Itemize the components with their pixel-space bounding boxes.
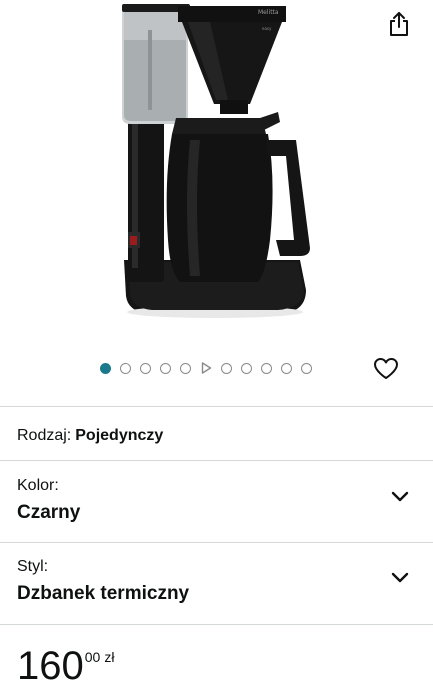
price: 160 00 zł xyxy=(17,645,114,687)
share-icon xyxy=(390,12,408,36)
gallery-dot[interactable] xyxy=(100,362,111,374)
variant-type-value: Pojedynczy xyxy=(75,427,164,444)
product-image[interactable]: Melitta easy xyxy=(110,0,320,330)
gallery-dot[interactable] xyxy=(160,362,171,374)
gallery-dot[interactable] xyxy=(120,362,131,374)
gallery-pager xyxy=(100,360,312,376)
gallery-dot[interactable] xyxy=(241,362,252,374)
model-text: easy xyxy=(262,26,272,31)
style-value: Dzbanek termiczny xyxy=(17,583,190,604)
price-whole: 160 xyxy=(17,644,84,688)
variant-type-label: Rodzaj: xyxy=(17,427,72,444)
gallery-dot[interactable] xyxy=(221,362,232,374)
gallery-dot[interactable] xyxy=(301,362,312,374)
share-button[interactable] xyxy=(384,8,414,40)
gallery-dot[interactable] xyxy=(180,362,191,374)
divider xyxy=(0,406,433,407)
color-value: Czarny xyxy=(17,502,81,523)
chevron-down-icon xyxy=(391,491,409,502)
gallery-dot[interactable] xyxy=(140,362,151,374)
color-selector[interactable]: Kolor: Czarny xyxy=(0,461,433,543)
play-icon xyxy=(201,362,211,374)
chevron-down-icon xyxy=(391,572,409,583)
gallery-dot[interactable] xyxy=(261,362,272,374)
divider xyxy=(0,624,433,625)
favorite-button[interactable] xyxy=(372,356,400,382)
variant-type-row: Rodzaj: Pojedynczy xyxy=(17,427,163,445)
heart-icon xyxy=(374,358,398,379)
gallery-video-indicator[interactable] xyxy=(200,362,212,374)
brand-logo-text: Melitta xyxy=(258,9,279,16)
style-selector[interactable]: Styl: Dzbanek termiczny xyxy=(0,543,433,625)
price-fraction: 00 xyxy=(84,649,101,665)
style-label: Styl: xyxy=(17,558,49,575)
gallery-dot[interactable] xyxy=(281,362,292,374)
price-currency: zł xyxy=(104,649,115,665)
color-label: Kolor: xyxy=(17,477,59,494)
